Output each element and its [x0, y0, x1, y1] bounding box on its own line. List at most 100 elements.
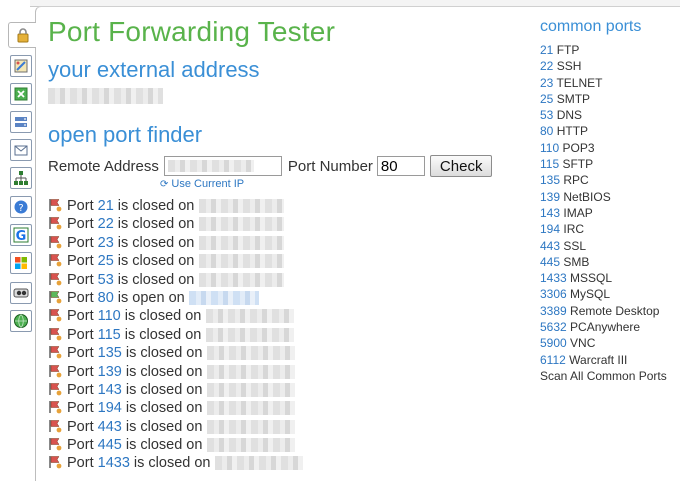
sidebar-tab-help[interactable]: ? — [10, 196, 32, 218]
sidebar-tab-mail[interactable] — [10, 139, 32, 161]
common-port-item[interactable]: 139 NetBIOS — [540, 189, 667, 205]
result-port-link[interactable]: 53 — [98, 272, 114, 288]
common-port-item[interactable]: 22 SSH — [540, 58, 667, 74]
result-address-redacted — [207, 401, 295, 416]
common-port-item[interactable]: 23 TELNET — [540, 75, 667, 91]
common-port-number[interactable]: 3389 — [540, 304, 567, 318]
common-port-number[interactable]: 3306 — [540, 287, 567, 301]
common-port-number[interactable]: 143 — [540, 206, 560, 220]
result-port-link[interactable]: 143 — [98, 382, 122, 398]
common-port-name: SMTP — [553, 91, 591, 106]
common-port-item[interactable]: 53 DNS — [540, 107, 667, 123]
result-port-link[interactable]: 194 — [98, 400, 122, 416]
sidebar-tab-spreadsheet[interactable] — [10, 83, 32, 105]
result-port-link[interactable]: 135 — [98, 345, 122, 361]
common-port-item[interactable]: 135 RPC — [540, 172, 667, 188]
result-port-link[interactable]: 21 — [98, 198, 114, 214]
common-port-name: FTP — [553, 43, 580, 57]
result-port-link[interactable]: 80 — [98, 290, 114, 306]
common-port-number[interactable]: 139 — [540, 190, 560, 204]
result-prefix: Port — [67, 345, 98, 362]
port-result-row: Port 53 is closed on — [48, 271, 284, 289]
common-port-item[interactable]: 1433 MSSQL — [540, 270, 667, 286]
common-port-number[interactable]: 1433 — [540, 271, 567, 285]
common-port-name: DNS — [553, 108, 583, 123]
port-result-row: Port 445 is closed on — [48, 436, 295, 454]
port-number-input[interactable] — [376, 156, 425, 176]
common-port-number[interactable]: 23 — [540, 76, 553, 90]
result-status: is closed on — [113, 253, 195, 270]
result-port-link[interactable]: 139 — [98, 364, 122, 380]
common-port-number[interactable]: 115 — [540, 157, 559, 171]
port-result-row: Port 21 is closed on — [48, 197, 284, 215]
common-port-number[interactable]: 6112 — [540, 353, 566, 367]
common-port-item[interactable]: 5900 VNC — [540, 335, 667, 351]
result-port-link[interactable]: 22 — [98, 216, 114, 232]
result-port-link[interactable]: 25 — [98, 253, 114, 269]
common-port-number[interactable]: 21 — [540, 43, 553, 57]
common-port-number[interactable]: 110 — [540, 141, 559, 155]
use-current-ip-link[interactable]: ⟳ Use Current IP — [160, 178, 244, 190]
result-port-link[interactable]: 443 — [98, 419, 122, 435]
common-port-item[interactable]: 3306 MySQL — [540, 286, 667, 302]
common-port-number[interactable]: 80 — [540, 124, 553, 138]
closed-flag-icon — [49, 364, 62, 377]
closed-flag-icon — [49, 419, 62, 433]
result-status: is closed on — [113, 271, 195, 288]
result-port-link[interactable]: 445 — [98, 437, 122, 453]
common-port-item[interactable]: 6112 Warcraft III — [540, 352, 667, 368]
result-port-link[interactable]: 110 — [98, 308, 121, 324]
common-port-number[interactable]: 5632 — [540, 320, 567, 334]
result-status: is closed on — [121, 363, 203, 380]
common-port-item[interactable]: 443 SSL — [540, 238, 667, 254]
port-result-row: Port 110 is closed on — [48, 307, 294, 325]
result-port-link[interactable]: 1433 — [98, 455, 130, 471]
common-port-item[interactable]: 25 SMTP — [540, 91, 667, 107]
sidebar-tab-server[interactable] — [10, 111, 32, 133]
result-prefix: Port — [67, 253, 98, 270]
result-status: is closed on — [113, 198, 195, 214]
result-address-redacted — [207, 346, 295, 361]
result-port-link[interactable]: 23 — [98, 235, 114, 251]
sidebar-tab-google[interactable]: G — [10, 224, 32, 246]
result-port-link[interactable]: 115 — [98, 327, 121, 343]
closed-flag-icon — [49, 217, 62, 230]
common-port-item[interactable]: 5632 PCAnywhere — [540, 319, 667, 335]
result-status: is closed on — [120, 308, 202, 325]
result-status: is closed on — [121, 418, 203, 435]
check-button[interactable]: Check — [429, 155, 493, 177]
result-address-redacted — [199, 272, 284, 287]
scan-all-common-ports-link[interactable]: Scan All Common Ports — [540, 368, 667, 384]
common-port-number[interactable]: 22 — [540, 59, 553, 73]
common-port-number[interactable]: 5900 — [540, 336, 567, 350]
sidebar-tab-windows[interactable] — [10, 252, 32, 274]
result-address-redacted — [199, 199, 284, 213]
common-port-item[interactable]: 115 SFTP — [540, 156, 667, 172]
sidebar-tab-webcam[interactable] — [10, 282, 32, 304]
common-port-item[interactable]: 143 IMAP — [540, 205, 667, 221]
sidebar-tab-globe[interactable] — [10, 310, 32, 332]
common-port-name: NetBIOS — [560, 189, 611, 204]
common-port-item[interactable]: 110 POP3 — [540, 140, 667, 156]
sidebar-tab-network[interactable] — [10, 167, 32, 189]
common-ports-list: 21 FTP 22 SSH 23 TELNET 25 SMTP 53 DNS 80 HTT… — [540, 42, 667, 368]
sidebar-tab-paint[interactable] — [10, 55, 32, 77]
common-port-number[interactable]: 443 — [540, 239, 560, 253]
common-port-number[interactable]: 53 — [540, 108, 553, 122]
common-port-item[interactable]: 21 FTP — [540, 42, 667, 58]
port-result-row: Port 1433 is closed on — [48, 454, 303, 472]
common-port-item[interactable]: 80 HTTP — [540, 123, 667, 139]
common-port-number[interactable]: 135 — [540, 173, 560, 187]
mail-icon — [14, 145, 28, 156]
common-port-item[interactable]: 194 IRC — [540, 221, 667, 237]
common-port-item[interactable]: 445 SMB — [540, 254, 667, 270]
sidebar-tab-port-tester[interactable] — [8, 22, 36, 48]
closed-flag-icon — [49, 401, 62, 414]
common-port-item[interactable]: 3389 Remote Desktop — [540, 303, 667, 319]
common-ports-panel: common ports 21 FTP 22 SSH 23 TELNET 25 SMT… — [540, 18, 667, 384]
common-port-number[interactable]: 194 — [540, 222, 560, 236]
tool-sidebar: ? G — [0, 0, 36, 479]
result-prefix: Port — [67, 234, 98, 251]
common-port-number[interactable]: 25 — [540, 92, 553, 106]
common-port-number[interactable]: 445 — [540, 255, 560, 269]
